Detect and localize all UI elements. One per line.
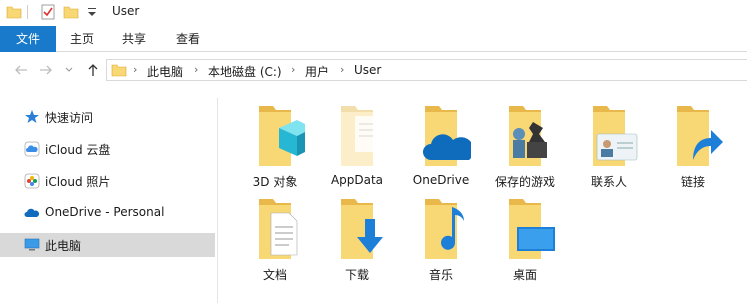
sidebar-item-label: 此电脑: [45, 239, 82, 253]
folder-onedrive[interactable]: OneDrive: [399, 104, 483, 196]
folder-label: 保存的游戏: [494, 175, 555, 189]
folder-music[interactable]: 音乐: [399, 197, 483, 289]
sidebar-item-onedrive[interactable]: OneDrive - Personal: [0, 201, 215, 225]
onedrive-icon: [24, 208, 40, 217]
breadcrumb-this-pc[interactable]: 此电脑: [147, 63, 183, 80]
chevron-right-icon[interactable]: ›: [340, 63, 344, 76]
music-folder-icon: [425, 199, 464, 259]
separator: [27, 5, 28, 19]
folder-label: 联系人: [590, 175, 627, 189]
contacts-folder-icon: [593, 106, 638, 166]
sidebar-item-label: iCloud 照片: [45, 175, 111, 189]
saved-games-folder-icon: [509, 106, 547, 166]
chevron-right-icon[interactable]: ›: [133, 63, 137, 76]
address-bar[interactable]: [106, 59, 747, 81]
3d-objects-folder-icon: [259, 106, 305, 166]
breadcrumb-local-disk[interactable]: 本地磁盘 (C:): [208, 63, 282, 80]
quick-access-dropdown-icon[interactable]: [86, 5, 98, 19]
folder-contacts[interactable]: 联系人: [567, 104, 651, 196]
links-folder-icon: [677, 106, 723, 166]
folder-label: 桌面: [512, 268, 537, 282]
folder-documents[interactable]: 文档: [233, 197, 317, 289]
forward-arrow-icon[interactable]: [38, 62, 54, 78]
folder-label: 链接: [680, 175, 705, 189]
folder-label: OneDrive: [412, 173, 470, 187]
folder-downloads[interactable]: 下载: [315, 197, 399, 289]
sidebar-item-quick-access[interactable]: 快速访问: [0, 105, 215, 129]
folder-label: 文档: [262, 268, 287, 282]
tab-view[interactable]: 查看: [162, 26, 214, 52]
folder-label: AppData: [330, 173, 384, 187]
sidebar-item-icloud-photos[interactable]: iCloud 照片: [0, 169, 215, 193]
downloads-folder-icon: [341, 199, 383, 259]
chevron-right-icon[interactable]: ›: [291, 63, 295, 76]
icloud-photos-icon: [24, 173, 40, 189]
folder-links[interactable]: 链接: [651, 104, 735, 196]
folder-3d-objects[interactable]: 3D 对象: [233, 104, 317, 196]
folder-icon[interactable]: [6, 4, 22, 20]
sidebar-item-icloud-drive[interactable]: iCloud 云盘: [0, 137, 215, 161]
folder-appdata[interactable]: AppData: [315, 104, 399, 196]
folder-saved-games[interactable]: 保存的游戏: [483, 104, 567, 196]
up-arrow-icon[interactable]: [85, 62, 101, 78]
breadcrumb-user[interactable]: User: [354, 63, 381, 77]
tab-home[interactable]: 主页: [56, 26, 108, 52]
chevron-right-icon[interactable]: ›: [194, 63, 198, 76]
folder-label: 下载: [344, 268, 369, 282]
tab-share[interactable]: 共享: [108, 26, 160, 52]
documents-folder-icon: [259, 199, 298, 259]
tab-file[interactable]: 文件: [0, 26, 56, 52]
desktop-folder-icon: [509, 199, 555, 259]
ribbon-tabs: 文件 主页 共享 查看: [0, 26, 747, 52]
breadcrumb-users[interactable]: 用户: [305, 63, 329, 80]
back-arrow-icon[interactable]: [13, 62, 29, 78]
appdata-folder-icon: [341, 106, 377, 166]
window-title: User: [112, 4, 140, 18]
icloud-drive-icon: [24, 141, 40, 157]
star-icon: [25, 110, 39, 123]
sidebar-item-label: iCloud 云盘: [45, 143, 111, 157]
onedrive-folder-icon: [423, 106, 471, 166]
recent-locations-chevron-icon[interactable]: [64, 62, 74, 78]
title-bar: User: [0, 0, 747, 26]
folder-icon: [111, 64, 127, 77]
computer-icon: [24, 238, 40, 251]
folder-label: 3D 对象: [252, 175, 298, 189]
folder-desktop[interactable]: 桌面: [483, 197, 567, 289]
sidebar-item-label: 快速访问: [45, 111, 94, 125]
new-folder-icon[interactable]: [63, 4, 79, 20]
properties-icon[interactable]: [40, 4, 56, 20]
sidebar-item-this-pc[interactable]: 此电脑: [0, 233, 215, 257]
navigation-pane: 快速访问 iCloud 云盘 iCloud 照片 OneDrive - Pers…: [0, 98, 215, 303]
folder-label: 音乐: [428, 268, 453, 282]
pane-divider[interactable]: [217, 98, 218, 303]
sidebar-item-label: OneDrive - Personal: [45, 205, 165, 219]
